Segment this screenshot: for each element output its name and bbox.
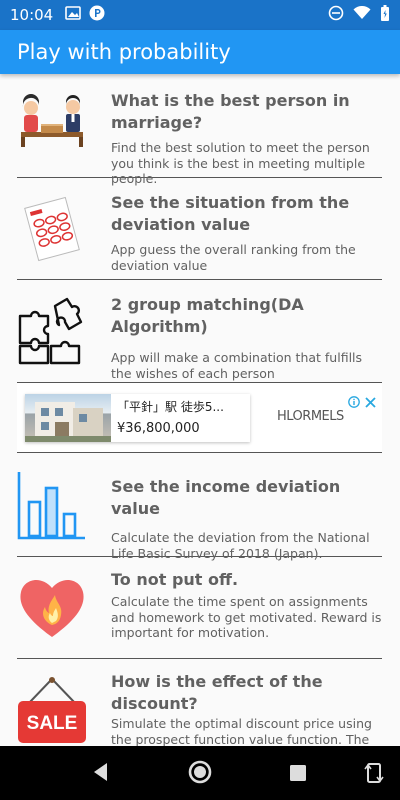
- list-item-deviation[interactable]: See the situation from the deviation val…: [17, 178, 382, 280]
- item-description: Calculate the time spent on assignments …: [111, 594, 382, 640]
- item-description: Simulate the optimal discount price usin…: [111, 716, 372, 746]
- page-title: Play with probability: [17, 40, 231, 64]
- item-title: To not put off.: [111, 570, 239, 589]
- item-title: How is the effect of the discount?: [111, 672, 323, 713]
- svg-text:SALE: SALE: [27, 713, 78, 734]
- ad-brand-logo: HLORMELS: [277, 409, 344, 424]
- puzzle-icon: [17, 296, 87, 366]
- list-item-discount[interactable]: SALE How is the effect of the discount? …: [17, 659, 382, 746]
- item-title-line2: marriage?: [111, 113, 203, 132]
- exam-sheet-icon: [17, 194, 87, 264]
- wifi-icon: [353, 5, 371, 25]
- recents-icon[interactable]: [289, 764, 307, 787]
- ad-banner[interactable]: 「平針」駅 徒歩5... ¥36,800,000 HLORMELS: [17, 383, 382, 453]
- ad-info-icon[interactable]: [348, 395, 360, 413]
- item-title: See the situation from the: [111, 193, 350, 212]
- do-not-disturb-icon: [328, 5, 344, 26]
- home-icon[interactable]: [187, 759, 213, 790]
- list-item-marriage[interactable]: What is the best person in marriage? Fin…: [17, 74, 382, 186]
- item-title: See the income deviation value: [111, 477, 341, 518]
- item-title-line2: deviation value: [111, 215, 251, 234]
- heart-flame-icon: [17, 573, 87, 643]
- status-bar: 10:04: [0, 0, 400, 30]
- item-title: 2 group matching(DA Algorithm): [111, 295, 304, 336]
- sale-sign-icon: SALE: [17, 675, 87, 745]
- image-icon: [65, 5, 82, 25]
- menu-list: What is the best person in marriage? Fin…: [0, 74, 400, 746]
- bar-chart-icon: [17, 470, 87, 540]
- app-bar: Play with probability: [0, 30, 400, 74]
- ad-house-image: [25, 394, 111, 442]
- back-icon[interactable]: [90, 760, 110, 789]
- item-description: App guess the overall ranking from the d…: [111, 242, 356, 273]
- rotate-icon[interactable]: [364, 761, 384, 790]
- ad-price: ¥36,800,000: [117, 421, 200, 436]
- ad-close-icon[interactable]: [365, 395, 376, 413]
- p-app-icon: [89, 5, 105, 26]
- ad-choices[interactable]: [348, 395, 376, 413]
- couple-meeting-icon: [17, 88, 87, 158]
- list-item-group-matching[interactable]: 2 group matching(DA Algorithm) App will …: [17, 280, 382, 383]
- ad-headline: 「平針」駅 徒歩5...: [117, 400, 224, 414]
- list-item-income-deviation[interactable]: See the income deviation value Calculate…: [17, 454, 382, 561]
- item-title: What is the best person in: [111, 91, 350, 110]
- ad-card[interactable]: 「平針」駅 徒歩5... ¥36,800,000: [25, 394, 250, 442]
- list-item-not-put-off[interactable]: To not put off. Calculate the time spent…: [17, 557, 382, 659]
- item-description: App will make a combination that fulfill…: [111, 350, 363, 381]
- status-time: 10:04: [10, 6, 54, 24]
- navigation-bar: [0, 746, 400, 800]
- battery-icon: [380, 4, 390, 26]
